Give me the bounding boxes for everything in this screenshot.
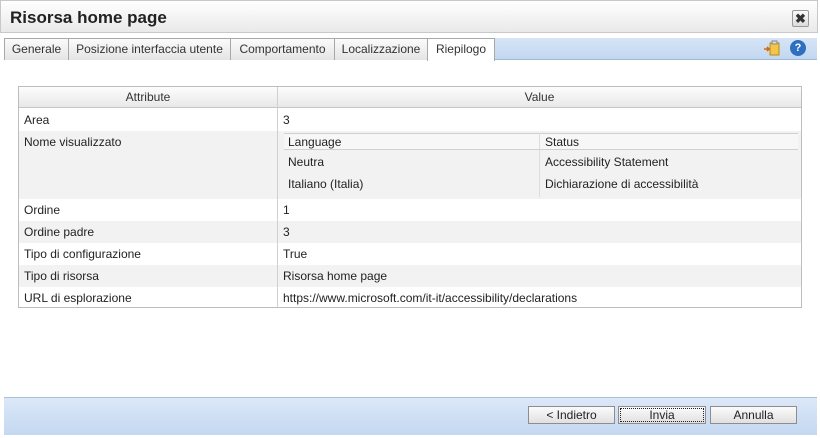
submit-button[interactable]: Invia <box>618 406 706 424</box>
table-row: Area 3 <box>19 109 801 131</box>
value-cell: Risorsa home page <box>283 269 388 283</box>
back-button[interactable]: < Indietro <box>528 406 615 424</box>
table-row: Tipo di risorsa Risorsa home page <box>19 265 801 287</box>
close-button[interactable]: ✖ <box>792 10 809 27</box>
table-row: URL di esplorazione https://www.microsof… <box>19 287 801 309</box>
summary-grid: Attribute Value Area 3 Nome visualizzato… <box>18 86 802 308</box>
attribute-cell: Area <box>24 113 50 127</box>
subtable-divider <box>539 133 540 197</box>
column-header-language: Language <box>288 135 342 149</box>
tab-bar: Generale Posizione interfaccia utente Co… <box>4 38 817 61</box>
dialog-title: Risorsa home page <box>10 8 167 27</box>
export-icon[interactable] <box>764 40 780 56</box>
tab-comportamento[interactable]: Comportamento <box>230 38 335 60</box>
value-cell: 3 <box>283 225 290 239</box>
subtable-row: Italiano (Italia) Dichiarazione di acces… <box>284 174 798 196</box>
tab-riepilogo[interactable]: Riepilogo <box>427 38 495 61</box>
table-row: Ordine padre 3 <box>19 221 801 243</box>
tab-posizione-interfaccia-utente[interactable]: Posizione interfaccia utente <box>68 38 231 60</box>
cancel-button[interactable]: Annulla <box>710 406 797 424</box>
language-cell: Italiano (Italia) <box>288 177 364 191</box>
tab-generale[interactable]: Generale <box>4 38 69 60</box>
tab-localizzazione[interactable]: Localizzazione <box>334 38 428 60</box>
language-cell: Neutra <box>288 155 325 169</box>
attribute-cell: Ordine <box>24 203 61 217</box>
column-header-attribute: Attribute <box>19 87 278 108</box>
attribute-cell: Ordine padre <box>24 225 95 239</box>
help-icon[interactable]: ? <box>790 40 806 56</box>
status-cell: Accessibility Statement <box>545 155 669 169</box>
value-cell: 1 <box>283 203 290 217</box>
column-header-status: Status <box>545 135 580 149</box>
close-icon: ✖ <box>795 11 806 26</box>
attribute-cell: Tipo di configurazione <box>24 247 141 261</box>
attribute-cell: Tipo di risorsa <box>24 269 99 283</box>
value-cell: True <box>283 247 308 261</box>
attribute-cell: URL di esplorazione <box>24 291 132 305</box>
title-bar: Risorsa home page ✖ <box>0 0 818 33</box>
display-name-subtable: Language Status Neutra Accessibility Sta… <box>284 133 798 197</box>
value-cell: https://www.microsoft.com/it-it/accessib… <box>283 291 578 305</box>
attribute-cell: Nome visualizzato <box>24 135 122 149</box>
column-divider <box>277 87 278 307</box>
value-cell: 3 <box>283 113 290 127</box>
subtable-header: Language Status <box>284 133 798 150</box>
table-row: Tipo di configurazione True <box>19 243 801 265</box>
table-row: Ordine 1 <box>19 199 801 221</box>
footer-bar: < Indietro Invia Annulla <box>4 397 817 435</box>
status-cell: Dichiarazione di accessibilità <box>545 177 699 191</box>
subtable-row: Neutra Accessibility Statement <box>284 152 798 174</box>
column-header-value: Value <box>278 87 801 108</box>
